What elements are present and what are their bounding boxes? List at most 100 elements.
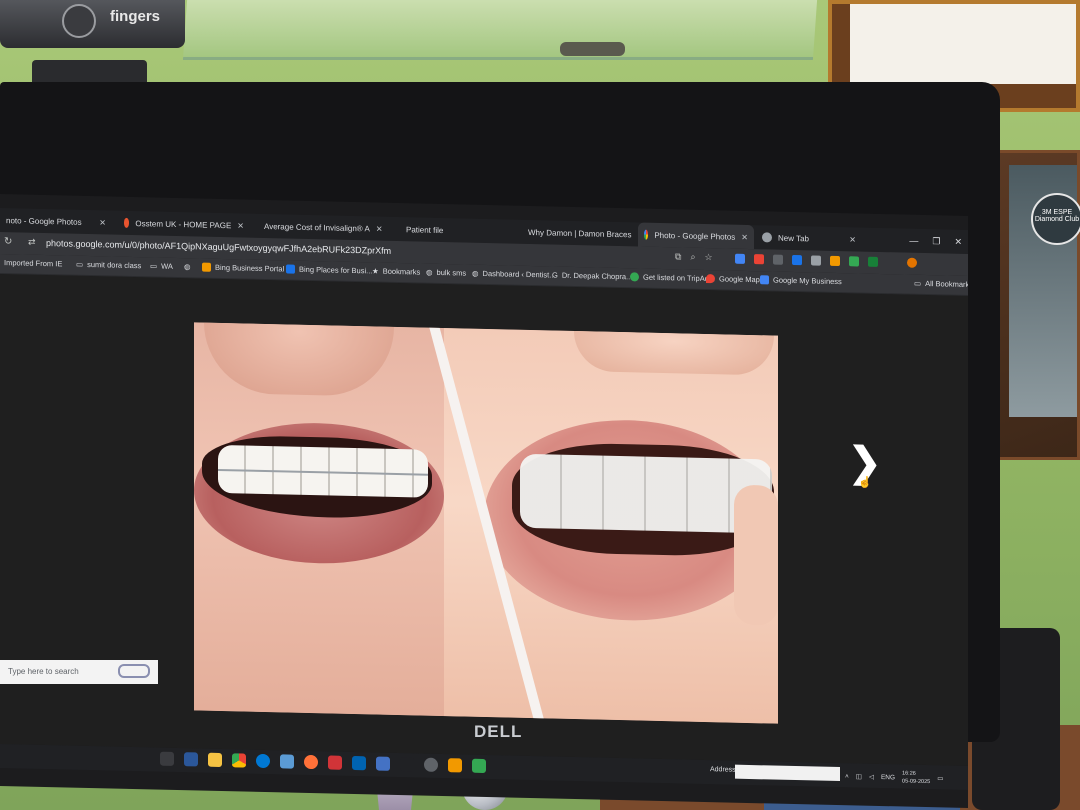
app-icon[interactable] xyxy=(472,758,486,774)
reload-icon[interactable]: ↻ xyxy=(4,236,12,247)
edge-icon[interactable] xyxy=(256,753,270,769)
bookmark-google-maps[interactable]: Google Maps xyxy=(706,274,764,284)
extension-icon[interactable] xyxy=(754,254,764,265)
all-bookmarks[interactable]: ▭ All Bookmarks xyxy=(914,279,968,289)
tab-damon[interactable]: Why Damon | Damon Braces ✕ xyxy=(516,220,644,247)
finger xyxy=(734,484,778,626)
extension-icon[interactable] xyxy=(830,255,840,267)
tab-photo-google-photos[interactable]: Photo - Google Photos ✕ xyxy=(638,222,754,250)
firefox-icon[interactable] xyxy=(304,754,318,770)
bookmark-google-my-business[interactable]: Google My Business xyxy=(760,275,842,286)
bookmark-imported-from-ie[interactable]: Imported From IE xyxy=(4,258,62,268)
extensions xyxy=(735,253,917,268)
restore-icon[interactable]: ❐ xyxy=(932,236,940,247)
chrome-icon[interactable] xyxy=(232,753,246,768)
device-dial xyxy=(62,4,96,38)
google-icon: G xyxy=(552,270,558,280)
bookmark-tripadvisor[interactable]: Get listed on TripAd... xyxy=(630,272,715,283)
mouse-cursor-icon: ☝ xyxy=(858,476,872,489)
bookmark-star-icon[interactable]: ☆ xyxy=(704,252,712,263)
app-icon[interactable] xyxy=(280,754,294,769)
bookmark-globe[interactable]: ◍ xyxy=(184,262,195,271)
extension-icon[interactable] xyxy=(773,254,783,265)
close-icon[interactable]: ✕ xyxy=(237,221,244,230)
vlc-icon[interactable] xyxy=(448,758,462,773)
tab-patient-file[interactable]: Patient file xyxy=(400,217,510,243)
extension-icon[interactable] xyxy=(811,255,821,266)
word-icon[interactable] xyxy=(184,752,198,767)
poster-badge: 3M ESPE Diamond Club xyxy=(1031,193,1080,245)
osstem-icon xyxy=(124,217,130,228)
taskbar-apps xyxy=(160,751,486,774)
url-actions: ⧉ ⌕ ☆ xyxy=(675,251,713,263)
address-label: Address xyxy=(710,766,736,774)
search-placeholder: Type here to search xyxy=(8,667,79,676)
bookmark-bookmarks[interactable]: ★ Bookmarks xyxy=(372,266,420,276)
close-icon[interactable]: ✕ xyxy=(99,218,106,227)
network-icon[interactable]: ◫ xyxy=(856,772,862,780)
app-icon[interactable] xyxy=(424,757,438,772)
close-icon[interactable]: ✕ xyxy=(849,235,856,244)
tab-new[interactable]: New Tab ✕ xyxy=(756,225,862,251)
app-icon[interactable] xyxy=(376,756,390,771)
fingers-logo: fingers xyxy=(110,8,161,25)
extension-icon[interactable] xyxy=(792,254,802,266)
extension-icon[interactable] xyxy=(868,256,878,267)
maps-icon xyxy=(706,274,715,284)
bookmark-wa[interactable]: ▭ WA xyxy=(150,261,173,271)
notification-icon[interactable]: ▭ xyxy=(937,774,943,782)
tab-title: noto - Google Photos xyxy=(6,215,82,227)
bookmark-bing-places[interactable]: Bing Places for Busi... xyxy=(286,264,372,275)
clock-date: 05-09-2025 xyxy=(902,778,931,786)
bookmark-bulk-sms[interactable]: ◍ bulk sms xyxy=(426,268,466,278)
star-icon: ★ xyxy=(372,266,379,276)
url-bar[interactable]: photos.google.com/u/0/photo/AF1QipNXaguU… xyxy=(46,238,391,256)
business-icon xyxy=(760,275,769,285)
tripadvisor-icon xyxy=(630,272,639,282)
globe-icon: ◍ xyxy=(472,268,479,278)
chevron-up-icon[interactable]: ˄ xyxy=(845,773,849,780)
tab-title: Osstem UK - HOME PAGE xyxy=(135,218,232,230)
app-icon[interactable] xyxy=(400,757,414,772)
tab-invisalign[interactable]: Average Cost of Invisalign® A ✕ xyxy=(258,214,383,241)
volume-icon[interactable]: ◁ xyxy=(869,773,874,781)
monitor-screen: noto - Google Photos ✕ Osstem UK - HOME … xyxy=(0,194,968,808)
tab-osstem[interactable]: Osstem UK - HOME PAGE ✕ xyxy=(118,211,250,238)
app-icon[interactable] xyxy=(328,755,342,770)
tab-google-photos-1[interactable]: noto - Google Photos ✕ xyxy=(0,208,112,235)
app-icon[interactable] xyxy=(352,755,366,771)
tab-title: Average Cost of Invisalign® A xyxy=(264,221,370,233)
taskbar-search[interactable]: Type here to search xyxy=(0,660,158,684)
extension-icon[interactable] xyxy=(849,256,859,267)
tab-title: Why Damon | Damon Braces xyxy=(528,227,632,239)
clock[interactable]: 16:26 05-09-2025 xyxy=(902,769,930,786)
folder-icon: ▭ xyxy=(150,261,158,271)
task-view-icon[interactable] xyxy=(160,751,174,766)
minimize-icon[interactable]: — xyxy=(909,236,918,246)
certificate-paper xyxy=(850,4,1076,84)
extension-icon[interactable] xyxy=(735,253,745,264)
close-window-icon[interactable]: ✕ xyxy=(954,236,962,247)
braces-vs-aligner-photo xyxy=(194,322,778,724)
google-photos-icon xyxy=(644,229,649,240)
profile-avatar[interactable] xyxy=(907,257,917,268)
dell-logo: DELL xyxy=(474,722,523,741)
bookmark-dr-deepak-chopra[interactable]: G Dr. Deepak Chopra... xyxy=(552,271,632,282)
taskbar-address-input[interactable] xyxy=(735,764,840,782)
zoom-icon[interactable]: ⌕ xyxy=(690,252,695,263)
shelf-bracket xyxy=(560,42,625,56)
bookmark-dashboard[interactable]: ◍ Dashboard ‹ Dentist... xyxy=(472,269,556,280)
close-icon[interactable]: ✕ xyxy=(376,224,383,233)
tab-title: Photo - Google Photos xyxy=(654,230,736,242)
bookmark-bing-business-portal[interactable]: Bing Business Portal xyxy=(202,262,284,273)
language-indicator[interactable]: ENG xyxy=(881,773,895,780)
folder-icon: ▭ xyxy=(914,278,922,288)
close-icon[interactable]: ✕ xyxy=(741,232,748,241)
globe-icon: ◍ xyxy=(184,262,191,272)
globe-icon: ◍ xyxy=(426,267,433,277)
bookmark-sumit-dora-class[interactable]: ▭ sumit dora class xyxy=(76,260,141,270)
cast-icon[interactable]: ⧉ xyxy=(675,251,681,262)
site-info-icon[interactable]: ⇄ xyxy=(28,237,36,248)
file-explorer-icon[interactable] xyxy=(208,752,222,768)
bing-icon xyxy=(286,264,295,274)
